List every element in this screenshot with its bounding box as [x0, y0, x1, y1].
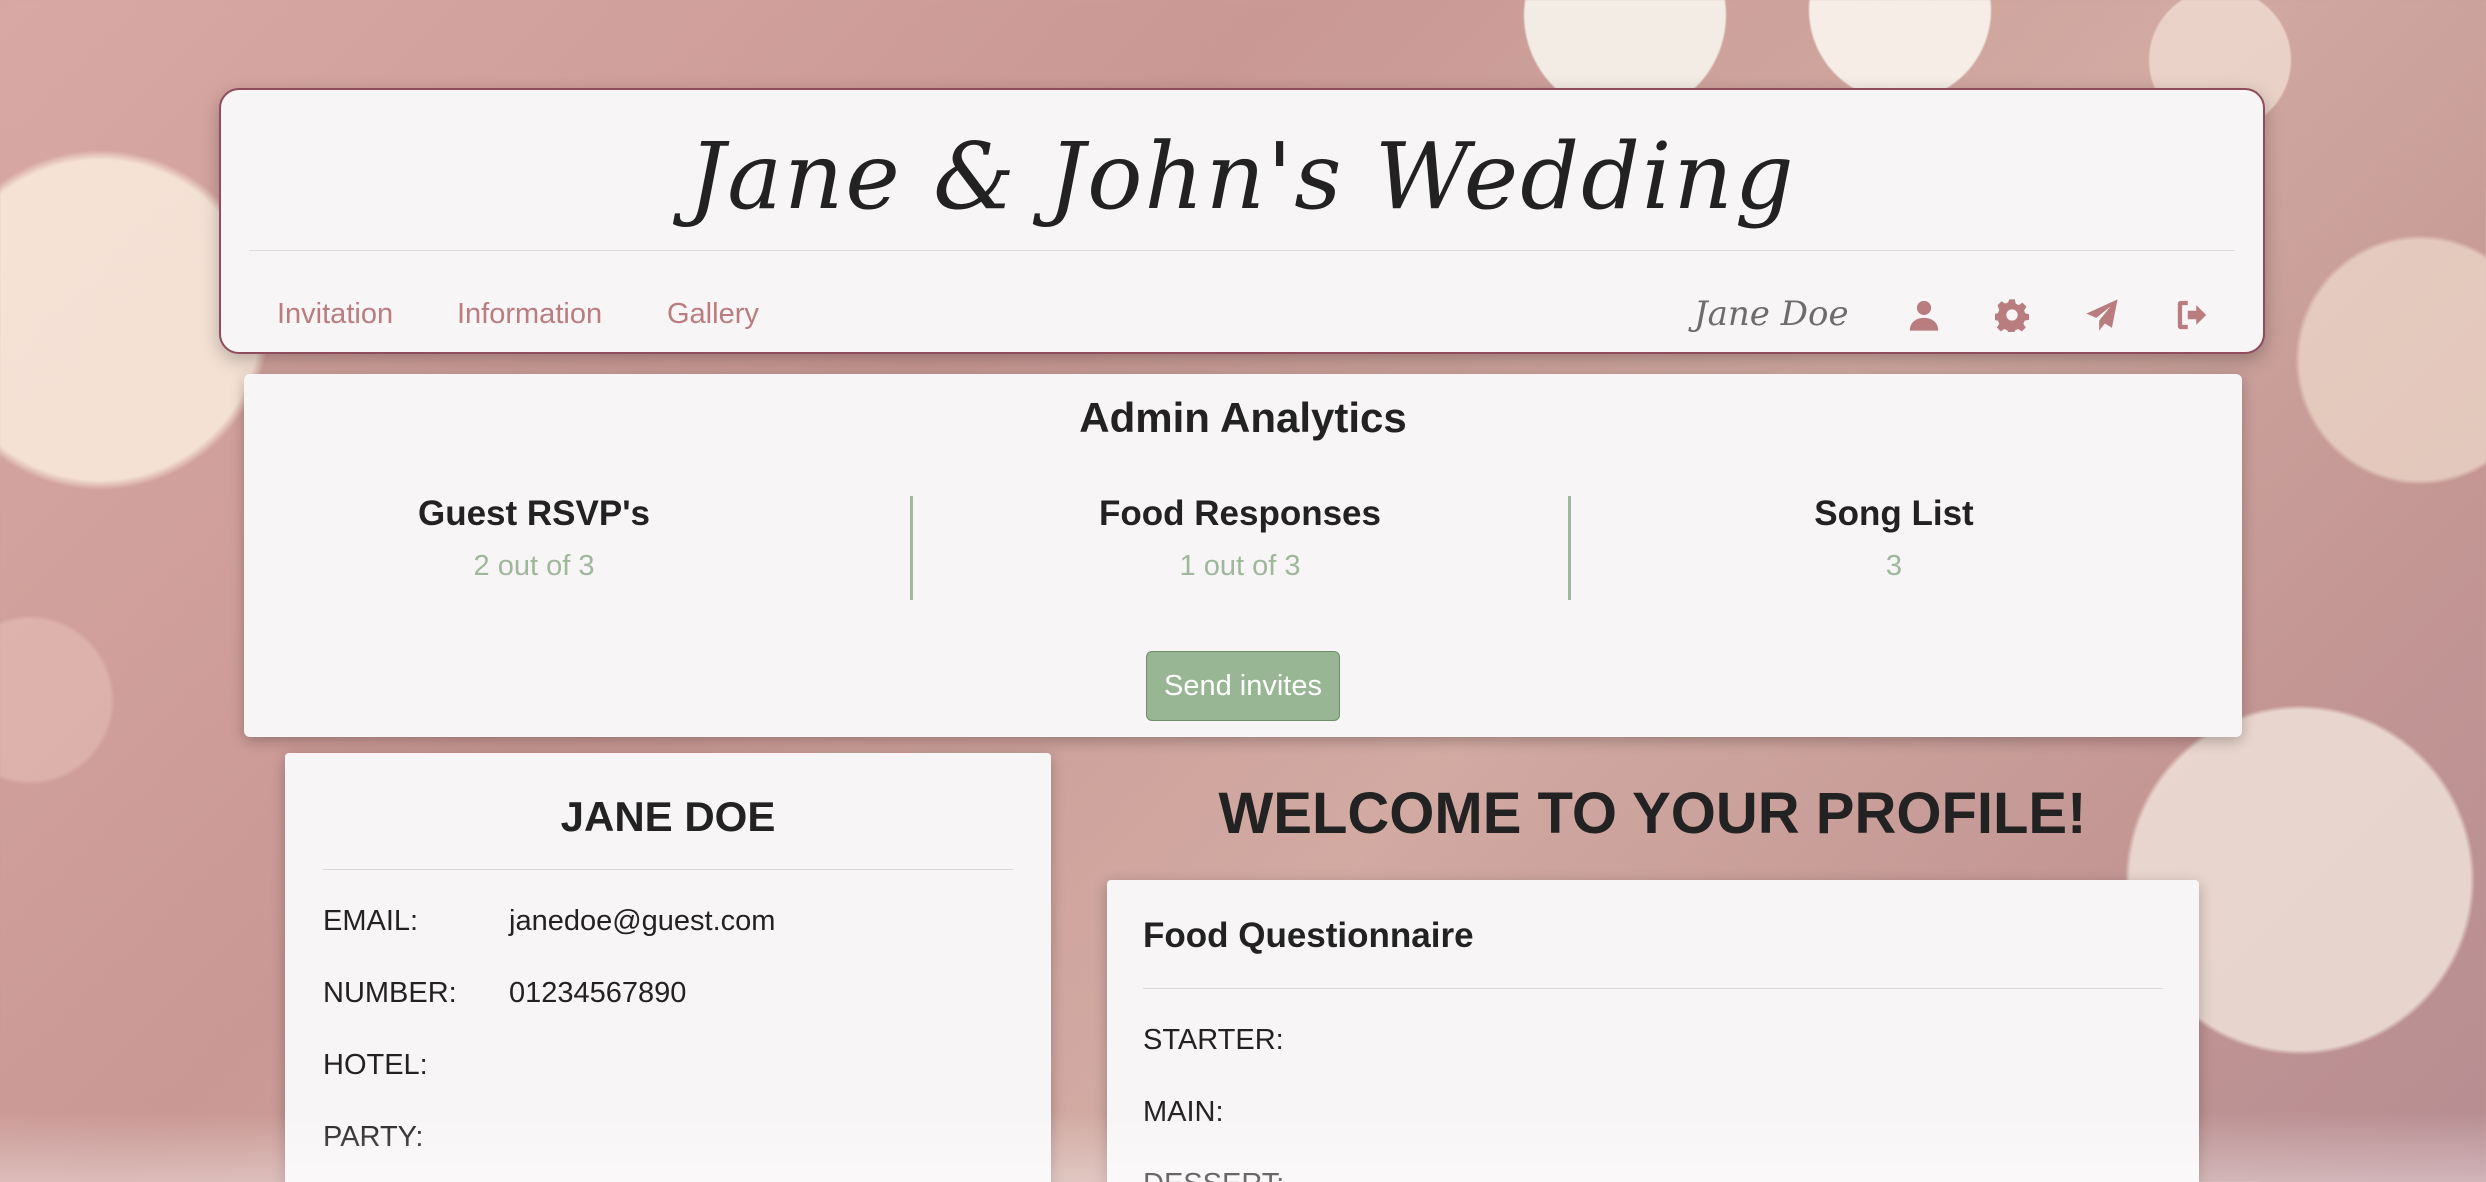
stat-song-list: Song List 3	[1694, 494, 2094, 583]
profile-divider	[323, 869, 1013, 870]
user-name: Jane Doe	[1694, 294, 1849, 334]
stat-label: Song List	[1814, 494, 1974, 533]
admin-analytics-card: Admin Analytics Guest RSVP's 2 out of 3 …	[244, 374, 2242, 737]
stat-label: Guest RSVP's	[417, 494, 650, 533]
nav-invitation[interactable]: Invitation	[277, 298, 393, 331]
welcome-heading: WELCOME TO YOUR PROFILE!	[1218, 781, 2087, 846]
stat-food-responses: Food Responses 1 out of 3	[990, 494, 1490, 583]
gear-icon[interactable]	[1993, 298, 2029, 335]
email-label: EMAIL:	[323, 905, 419, 937]
profile-name: JANE DOE	[560, 793, 776, 840]
number-label: NUMBER:	[323, 977, 457, 1009]
food-questionnaire-card: Food Questionnaire STARTER: MAIN: DESSER…	[1107, 880, 2199, 1182]
number-value: 01234567890	[509, 977, 687, 1009]
food-divider	[1143, 988, 2163, 989]
stat-value: 1 out of 3	[1179, 550, 1301, 582]
stat-guest-rsvps: Guest RSVP's 2 out of 3	[334, 494, 734, 583]
analytics-title: Admin Analytics	[1079, 394, 1407, 441]
header-nav: Invitation Information Gallery Jane Doe	[219, 88, 2265, 354]
nav-gallery[interactable]: Gallery	[667, 298, 759, 331]
profile-card: JANE DOE EMAIL: janedoe@guest.com NUMBER…	[285, 753, 1051, 1182]
user-icon[interactable]	[1907, 298, 1941, 332]
sign-out-icon[interactable]	[2175, 298, 2209, 332]
hotel-label: HOTEL:	[323, 1049, 428, 1081]
email-value: janedoe@guest.com	[509, 905, 776, 937]
send-invites-button[interactable]: Send invites	[1146, 651, 1340, 721]
party-label: PARTY:	[323, 1121, 424, 1153]
starter-label: STARTER:	[1143, 1024, 1284, 1056]
dessert-label: DESSERT:	[1143, 1168, 1284, 1182]
stat-label: Food Responses	[1099, 494, 1381, 533]
stat-value: 2 out of 3	[473, 550, 595, 582]
paper-plane-icon[interactable]	[2085, 298, 2119, 332]
food-questionnaire-title: Food Questionnaire	[1143, 916, 1474, 955]
nav-information[interactable]: Information	[457, 298, 602, 331]
main-label: MAIN:	[1143, 1096, 1224, 1128]
stat-divider	[1568, 496, 1571, 600]
stat-value: 3	[1885, 550, 1903, 582]
stat-divider	[910, 496, 913, 600]
